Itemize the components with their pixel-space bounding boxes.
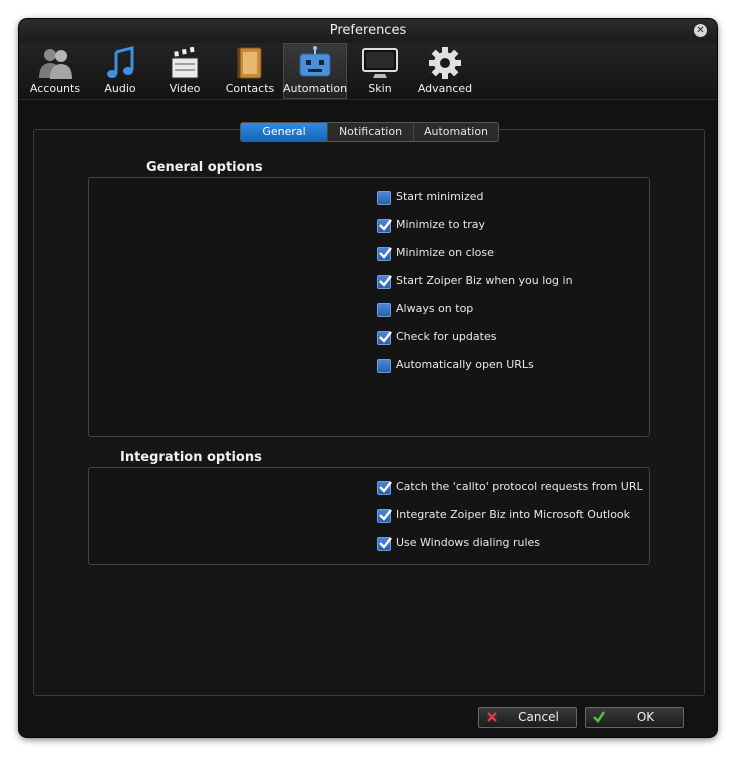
toolbar-item-advanced[interactable]: Advanced: [413, 43, 477, 99]
close-icon[interactable]: ✕: [694, 24, 707, 37]
toolbar-label: Accounts: [29, 82, 81, 95]
tab-notification[interactable]: Notification: [328, 123, 414, 141]
toolbar-item-skin[interactable]: Skin: [348, 43, 412, 99]
toolbar-label: Video: [169, 82, 201, 95]
category-toolbar: Accounts Audio Video Contacts Automation…: [19, 43, 717, 100]
checkmark-icon: [379, 331, 392, 343]
toolbar-item-automation[interactable]: Automation: [283, 43, 347, 99]
checkbox[interactable]: [377, 247, 392, 261]
toolbar-item-audio[interactable]: Audio: [88, 43, 152, 99]
checkbox[interactable]: [377, 275, 392, 289]
accounts-icon: [39, 49, 72, 79]
tab-bar: General Notification Automation: [240, 122, 499, 142]
video-icon: [171, 46, 199, 79]
checkmark-icon: [379, 509, 392, 521]
general-options-group: Start minimized Minimize to tray Minimiz…: [88, 177, 650, 437]
toolbar-item-contacts[interactable]: Contacts: [218, 43, 282, 99]
option-label: Integrate Zoiper Biz into Microsoft Outl…: [396, 508, 631, 521]
contacts-icon: [237, 47, 262, 79]
ok-button-label: OK: [636, 710, 655, 724]
checkmark-icon: [379, 275, 392, 287]
toolbar-label: Advanced: [417, 82, 473, 95]
option-label: Minimize to tray: [396, 218, 486, 231]
option-label: Minimize on close: [396, 246, 494, 259]
toolbar-item-accounts[interactable]: Accounts: [23, 43, 87, 99]
cancel-x-icon: [487, 712, 497, 722]
checkbox[interactable]: [377, 303, 391, 317]
integration-options-title: Integration options: [120, 450, 262, 465]
integration-options-group: Catch the 'callto' protocol requests fro…: [88, 467, 650, 565]
checkbox[interactable]: [377, 219, 392, 233]
audio-icon: [107, 46, 134, 78]
skin-icon: [362, 48, 398, 78]
option-label: Start minimized: [396, 190, 484, 203]
cancel-button[interactable]: Cancel: [478, 707, 577, 728]
tab-general[interactable]: General: [241, 123, 328, 141]
option-label: Use Windows dialing rules: [396, 536, 541, 549]
advanced-icon: [429, 47, 461, 79]
title-bar: Preferences ✕: [19, 19, 717, 43]
ok-check-icon: [593, 711, 606, 723]
general-options-title: General options: [146, 160, 263, 175]
option-label: Start Zoiper Biz when you log in: [396, 274, 573, 287]
checkmark-icon: [379, 481, 392, 493]
checkmark-icon: [379, 247, 392, 259]
window-title: Preferences: [329, 23, 407, 38]
checkbox[interactable]: [377, 191, 391, 205]
option-label: Check for updates: [396, 330, 497, 343]
checkbox[interactable]: [377, 331, 392, 345]
toolbar-label: Automation: [283, 82, 348, 95]
checkbox[interactable]: [377, 537, 392, 551]
checkbox[interactable]: [377, 481, 392, 495]
preferences-window: Preferences ✕ Accounts Audio Video Conta…: [19, 19, 717, 737]
option-label: Automatically open URLs: [396, 358, 534, 371]
ok-button[interactable]: OK: [585, 707, 684, 728]
tab-automation[interactable]: Automation: [414, 123, 498, 141]
checkbox[interactable]: [377, 359, 391, 373]
checkmark-icon: [379, 219, 392, 231]
toolbar-label: Contacts: [225, 82, 275, 95]
toolbar-label: Audio: [104, 82, 136, 95]
toolbar-item-video[interactable]: Video: [153, 43, 217, 99]
option-label: Always on top: [396, 302, 474, 315]
checkmark-icon: [379, 537, 392, 549]
option-label: Catch the 'callto' protocol requests fro…: [396, 480, 643, 493]
checkbox[interactable]: [377, 509, 392, 523]
toolbar-label: Skin: [368, 82, 392, 95]
cancel-button-label: Cancel: [518, 710, 559, 724]
automation-icon: [299, 46, 331, 77]
